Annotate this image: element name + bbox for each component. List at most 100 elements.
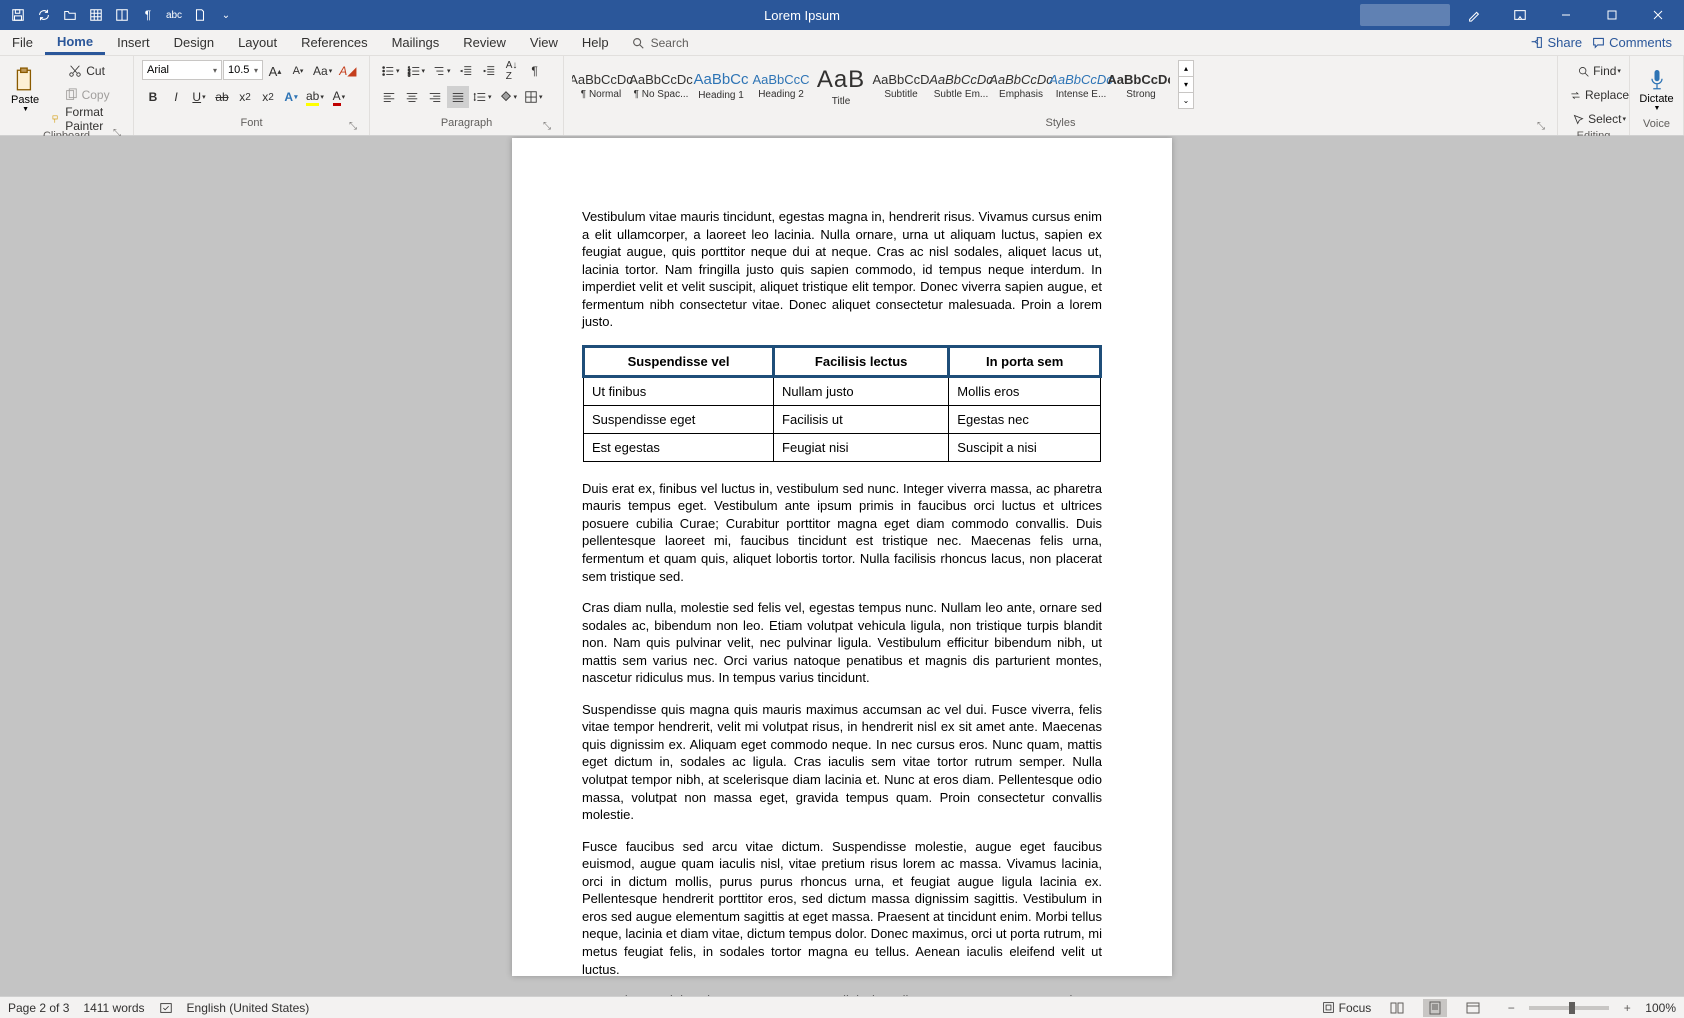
table-header[interactable]: In porta sem (949, 346, 1101, 376)
format-painter-button[interactable]: Format Painter (48, 108, 125, 130)
draw-icon[interactable] (1452, 0, 1496, 30)
align-right-button[interactable] (424, 86, 446, 108)
paragraph-mark-icon[interactable]: ¶ (136, 3, 160, 27)
italic-button[interactable]: I (165, 86, 187, 108)
style-intense-e---[interactable]: AaBbCcDcIntense E... (1052, 60, 1110, 112)
zoom-in-button[interactable]: + (1615, 999, 1639, 1017)
table-cell[interactable]: Mollis eros (949, 376, 1101, 405)
replace-button[interactable]: Replace (1566, 84, 1632, 106)
table-row[interactable]: Suspendisse egetFacilisis utEgestas nec (584, 405, 1101, 433)
dictate-button[interactable]: Dictate▼ (1638, 60, 1675, 118)
paragraph[interactable]: Suspendisse quis magna quis mauris maxim… (582, 701, 1102, 824)
line-spacing-button[interactable]: ▾ (470, 86, 495, 108)
bullets-button[interactable]: ▾ (378, 60, 403, 82)
increase-indent-button[interactable] (478, 60, 500, 82)
strikethrough-button[interactable]: ab (211, 86, 233, 108)
sort-button[interactable]: A↓Z (501, 60, 523, 82)
close-button[interactable] (1636, 0, 1680, 30)
align-left-button[interactable] (378, 86, 400, 108)
tab-insert[interactable]: Insert (105, 30, 162, 55)
subscript-button[interactable]: x2 (234, 86, 256, 108)
font-dialog-launcher[interactable]: ⤡ (347, 121, 359, 133)
gallery-down-button[interactable]: ▾ (1178, 76, 1194, 93)
tab-home[interactable]: Home (45, 30, 105, 55)
gallery-more-button[interactable]: ⌄ (1178, 92, 1194, 109)
language-indicator[interactable]: English (United States) (187, 1001, 310, 1015)
style-heading-1[interactable]: AaBbCcHeading 1 (692, 60, 750, 112)
layout-icon[interactable] (110, 3, 134, 27)
table-header[interactable]: Facilisis lectus (774, 346, 949, 376)
spellcheck-status-icon[interactable] (159, 1001, 173, 1015)
justify-button[interactable] (447, 86, 469, 108)
page-indicator[interactable]: Page 2 of 3 (8, 1001, 69, 1015)
word-count[interactable]: 1411 words (83, 1001, 144, 1015)
tab-help[interactable]: Help (570, 30, 621, 55)
web-layout-button[interactable] (1461, 999, 1485, 1017)
styles-dialog-launcher[interactable]: ⤡ (1535, 121, 1547, 133)
table-header[interactable]: Suspendisse vel (584, 346, 774, 376)
highlight-button[interactable]: ab▾ (303, 86, 327, 108)
focus-mode-button[interactable]: Focus (1322, 1001, 1372, 1015)
borders-button[interactable]: ▾ (521, 86, 546, 108)
table-cell[interactable]: Feugiat nisi (774, 433, 949, 461)
table-row[interactable]: Est egestasFeugiat nisiSuscipit a nisi (584, 433, 1101, 461)
table-cell[interactable]: Ut finibus (584, 376, 774, 405)
account-badge[interactable] (1360, 4, 1450, 26)
gallery-up-button[interactable]: ▴ (1178, 60, 1194, 77)
tab-review[interactable]: Review (451, 30, 518, 55)
show-marks-button[interactable]: ¶ (524, 60, 546, 82)
style---no-spac---[interactable]: AaBbCcDc¶ No Spac... (632, 60, 690, 112)
decrease-indent-button[interactable] (455, 60, 477, 82)
find-button[interactable]: Find▾ (1566, 60, 1632, 82)
cut-button[interactable]: Cut (48, 60, 125, 82)
document-area[interactable]: Vestibulum vitae mauris tincidunt, egest… (0, 136, 1684, 996)
maximize-button[interactable] (1590, 0, 1634, 30)
align-center-button[interactable] (401, 86, 423, 108)
open-icon[interactable] (58, 3, 82, 27)
style-strong[interactable]: AaBbCcDcStrong (1112, 60, 1170, 112)
table-row[interactable]: Ut finibusNullam justoMollis eros (584, 376, 1101, 405)
zoom-slider[interactable] (1529, 1006, 1609, 1010)
change-case-button[interactable]: Aa▾ (310, 60, 335, 82)
clear-formatting-button[interactable]: A◢ (336, 60, 359, 82)
copy-button[interactable]: Copy (48, 84, 125, 106)
paragraph[interactable]: Cras diam nulla, molestie sed felis vel,… (582, 599, 1102, 687)
tab-mailings[interactable]: Mailings (380, 30, 452, 55)
qat-customize-icon[interactable]: ⌄ (214, 3, 238, 27)
table-cell[interactable]: Facilisis ut (774, 405, 949, 433)
paragraph[interactable]: Duis erat ex, finibus vel luctus in, ves… (582, 480, 1102, 585)
comments-button[interactable]: Comments (1592, 35, 1672, 50)
document-table[interactable]: Suspendisse velFacilisis lectusIn porta … (582, 345, 1102, 462)
autosave-icon[interactable] (32, 3, 56, 27)
style---normal[interactable]: AaBbCcDc¶ Normal (572, 60, 630, 112)
print-layout-button[interactable] (1423, 999, 1447, 1017)
shading-button[interactable]: ▾ (496, 86, 521, 108)
table-cell[interactable]: Suspendisse eget (584, 405, 774, 433)
select-button[interactable]: Select▾ (1566, 108, 1632, 130)
spellcheck-icon[interactable]: abc (162, 3, 186, 27)
ribbon-display-icon[interactable] (1498, 0, 1542, 30)
table-cell[interactable]: Est egestas (584, 433, 774, 461)
read-mode-button[interactable] (1385, 999, 1409, 1017)
font-size-combo[interactable]: 10.5▾ (223, 60, 263, 80)
grow-font-button[interactable]: A▴ (264, 60, 286, 82)
style-subtitle[interactable]: AaBbCcDSubtitle (872, 60, 930, 112)
style-emphasis[interactable]: AaBbCcDcEmphasis (992, 60, 1050, 112)
zoom-out-button[interactable]: − (1499, 999, 1523, 1017)
paste-button[interactable]: Paste▼ (8, 60, 42, 118)
style-title[interactable]: AaBTitle (812, 60, 870, 112)
table-icon[interactable] (84, 3, 108, 27)
save-icon[interactable] (6, 3, 30, 27)
paragraph-dialog-launcher[interactable]: ⤡ (541, 121, 553, 133)
bold-button[interactable]: B (142, 86, 164, 108)
zoom-level[interactable]: 100% (1645, 1001, 1676, 1015)
paragraph[interactable]: Fusce faucibus sed arcu vitae dictum. Su… (582, 838, 1102, 978)
text-effects-button[interactable]: A▾ (280, 86, 302, 108)
tab-layout[interactable]: Layout (226, 30, 289, 55)
font-color-button[interactable]: A▾ (328, 86, 350, 108)
style-heading-2[interactable]: AaBbCcCHeading 2 (752, 60, 810, 112)
numbering-button[interactable]: 123▾ (404, 60, 429, 82)
table-cell[interactable]: Nullam justo (774, 376, 949, 405)
underline-button[interactable]: U▾ (188, 86, 210, 108)
table-cell[interactable]: Suscipit a nisi (949, 433, 1101, 461)
